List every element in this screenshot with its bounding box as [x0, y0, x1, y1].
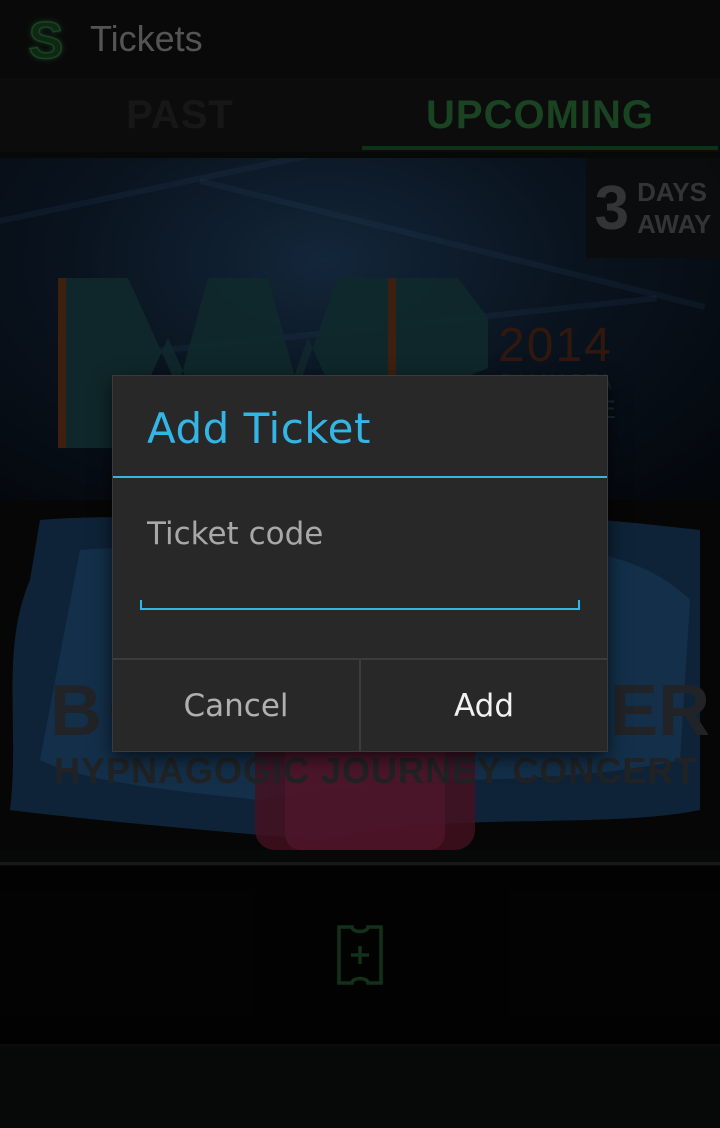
field-underline: [140, 608, 580, 610]
dialog-title: Add Ticket: [147, 404, 371, 453]
ticket-code-input[interactable]: [140, 504, 580, 608]
ticket-code-field[interactable]: [140, 504, 580, 618]
dialog-title-divider: [113, 476, 607, 478]
add-ticket-dialog: Add Ticket Cancel Add: [113, 376, 607, 751]
field-underline-tick: [578, 600, 580, 610]
cancel-button[interactable]: Cancel: [113, 660, 359, 751]
field-underline-tick: [140, 600, 142, 610]
add-button[interactable]: Add: [361, 660, 607, 751]
